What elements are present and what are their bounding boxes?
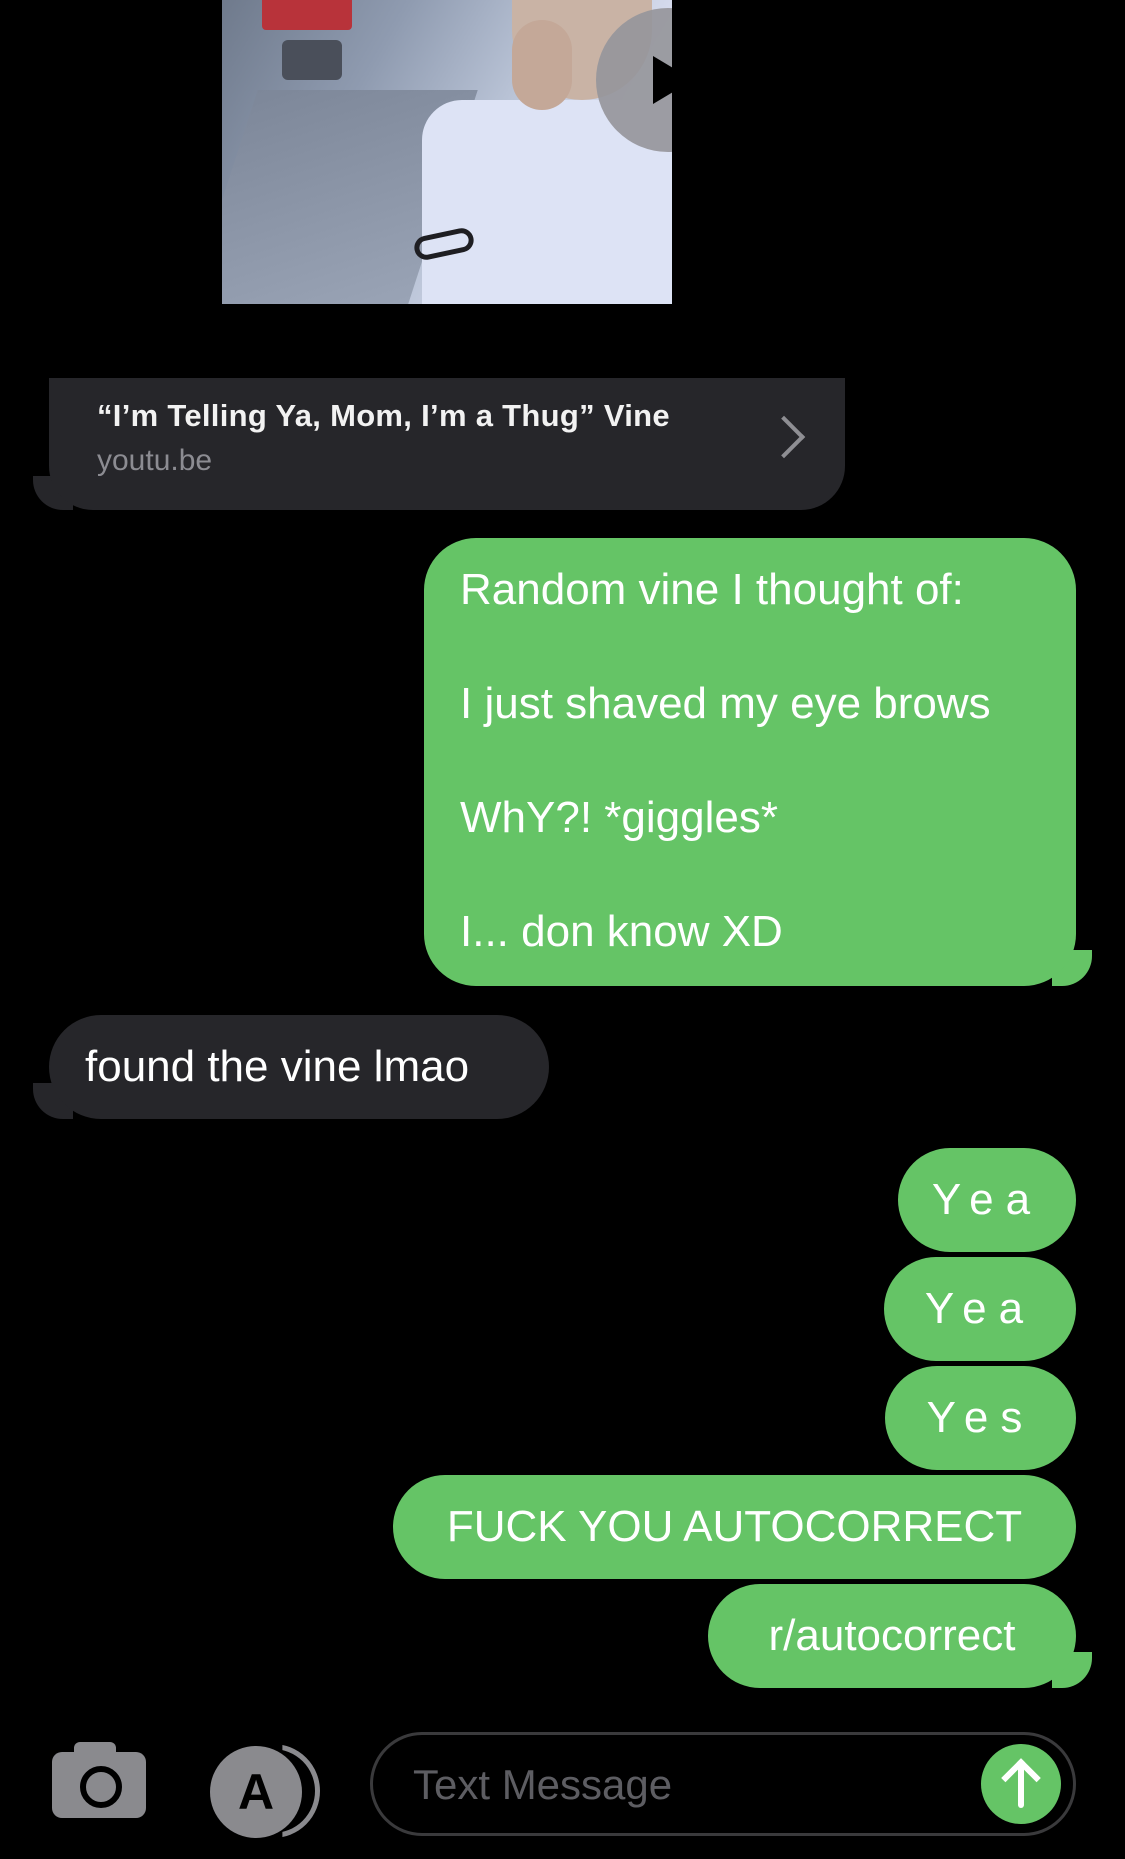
camera-icon-top bbox=[74, 1742, 116, 1760]
message-bubble-received[interactable]: found the vine lmao bbox=[49, 1015, 549, 1119]
play-icon bbox=[653, 56, 672, 104]
message-input-placeholder: Text Message bbox=[413, 1761, 673, 1808]
message-bubble-sent[interactable]: Yea bbox=[884, 1257, 1076, 1361]
message-bubble-sent[interactable]: Random vine I thought of: I just shaved … bbox=[424, 538, 1076, 986]
arrow-up-icon-head bbox=[1001, 1758, 1041, 1798]
chevron-right-icon bbox=[762, 415, 806, 459]
message-text: FUCK YOU AUTOCORRECT bbox=[446, 1502, 1023, 1551]
message-text: Yea bbox=[931, 1175, 1043, 1224]
message-line: WhY?! *giggles* bbox=[460, 793, 778, 842]
message-text: Yea bbox=[924, 1284, 1036, 1333]
link-preview-domain: youtu.be bbox=[97, 444, 213, 477]
message-text: Yes bbox=[926, 1393, 1035, 1442]
message-line: I just shaved my eye brows bbox=[460, 679, 991, 728]
message-text: r/autocorrect bbox=[768, 1611, 1016, 1660]
message-text: found the vine lmao bbox=[85, 1042, 470, 1091]
message-bubble-sent[interactable]: Yes bbox=[885, 1366, 1076, 1470]
message-line: I... don know XD bbox=[460, 907, 783, 956]
send-button[interactable] bbox=[981, 1744, 1061, 1824]
camera-icon bbox=[80, 1766, 122, 1808]
video-scene-car bbox=[282, 40, 342, 80]
video-scene-hand bbox=[512, 20, 572, 110]
link-preview-title: “I’m Telling Ya, Mom, I’m a Thug” Vine bbox=[97, 398, 670, 433]
camera-button[interactable] bbox=[52, 1742, 146, 1818]
app-store-icon: A bbox=[237, 1764, 275, 1820]
link-preview-card[interactable]: “I’m Telling Ya, Mom, I’m a Thug” Vine y… bbox=[49, 378, 845, 510]
message-input[interactable]: Text Message bbox=[370, 1732, 1076, 1836]
message-bubble-sent[interactable]: r/autocorrect bbox=[708, 1584, 1076, 1688]
message-bubble-sent[interactable]: FUCK YOU AUTOCORRECT bbox=[393, 1475, 1076, 1579]
message-line: Random vine I thought of: bbox=[460, 565, 964, 614]
message-bubble-sent[interactable]: Yea bbox=[898, 1148, 1076, 1252]
app-store-button[interactable]: A bbox=[210, 1744, 320, 1838]
video-scene-sign bbox=[262, 0, 352, 30]
video-thumbnail[interactable] bbox=[222, 0, 672, 304]
